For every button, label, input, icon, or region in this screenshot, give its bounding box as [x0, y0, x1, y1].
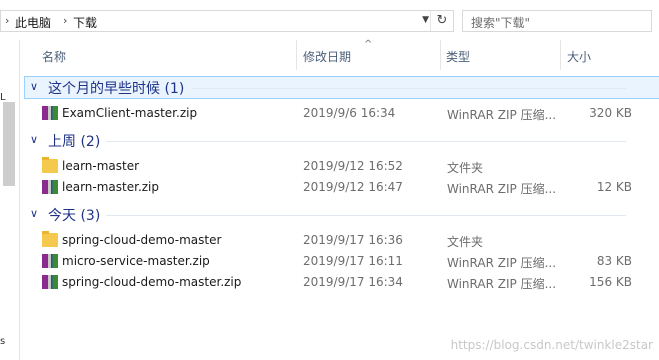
file-date: 2019/9/12 16:47 — [303, 180, 403, 194]
group-divider-line — [106, 141, 626, 142]
breadcrumb-separator: › — [5, 14, 10, 27]
file-row[interactable]: ExamClient-master.zip 2019/9/6 16:34 Win… — [24, 103, 652, 124]
file-name: micro-service-master.zip — [62, 254, 210, 268]
winrar-zip-icon — [42, 180, 58, 194]
column-header: 名称 ^ 修改日期 类型 大小 — [20, 39, 659, 70]
group-title: 上周 (2) — [48, 134, 101, 150]
group-header-today[interactable]: ∨ 今天 (3) — [24, 205, 632, 225]
winrar-zip-icon — [42, 275, 58, 289]
navigation-pane[interactable]: L s — [0, 40, 20, 360]
breadcrumb-this-pc[interactable]: 此电脑 — [15, 14, 51, 31]
group-divider-line — [192, 88, 626, 89]
chevron-down-icon[interactable]: ∨ — [30, 207, 38, 220]
group-title: 这个月的早些时候 (1) — [48, 81, 185, 97]
file-type: WinRAR ZIP 压缩... — [447, 108, 557, 122]
sort-ascending-icon: ^ — [364, 39, 373, 50]
search-input[interactable]: 搜索"下载" — [471, 14, 530, 31]
address-bar-row: › 此电脑 › 下载 ▼ ↻ 搜索"下载" — [0, 0, 659, 40]
file-type: WinRAR ZIP 压缩... — [447, 277, 557, 291]
file-date: 2019/9/6 16:34 — [303, 106, 396, 120]
file-size: 156 KB — [589, 275, 632, 289]
chevron-down-icon[interactable]: ▼ — [422, 15, 429, 25]
winrar-zip-icon — [42, 254, 58, 268]
group-title: 今天 (3) — [48, 208, 101, 224]
address-bar[interactable]: › 此电脑 › 下载 ▼ ↻ — [0, 10, 454, 32]
file-size: 83 KB — [596, 254, 632, 268]
file-name: spring-cloud-demo-master.zip — [62, 275, 242, 289]
group-header-earlier-this-month[interactable]: ∨ 这个月的早些时候 (1) — [24, 78, 632, 98]
column-divider[interactable] — [296, 40, 297, 70]
column-name[interactable]: 名称 — [42, 48, 66, 65]
breadcrumb-downloads[interactable]: 下载 — [73, 14, 97, 31]
column-size[interactable]: 大小 — [567, 48, 591, 65]
file-date: 2019/9/17 16:34 — [303, 275, 403, 289]
folder-row[interactable]: learn-master 2019/9/12 16:52 文件夹 — [24, 156, 652, 177]
nav-item-fragment[interactable]: s — [0, 336, 5, 347]
file-name: learn-master.zip — [62, 180, 160, 194]
file-name: ExamClient-master.zip — [62, 106, 198, 120]
chevron-down-icon[interactable]: ∨ — [30, 80, 38, 93]
file-type: WinRAR ZIP 压缩... — [447, 256, 557, 270]
file-date: 2019/9/17 16:36 — [303, 233, 403, 247]
file-size: 12 KB — [596, 180, 632, 194]
winrar-zip-icon — [42, 106, 58, 120]
refresh-icon[interactable]: ↻ — [430, 11, 453, 31]
folder-icon — [42, 157, 58, 173]
column-date-modified[interactable]: 修改日期 — [303, 48, 351, 65]
column-divider[interactable] — [440, 40, 441, 70]
folder-icon — [42, 231, 58, 247]
file-date: 2019/9/17 16:11 — [303, 254, 403, 268]
file-date: 2019/9/12 16:52 — [303, 159, 403, 173]
folder-row[interactable]: spring-cloud-demo-master 2019/9/17 16:36… — [24, 230, 652, 251]
chevron-down-icon[interactable]: ∨ — [30, 133, 38, 146]
file-row[interactable]: learn-master.zip 2019/9/12 16:47 WinRAR … — [24, 177, 652, 198]
search-box[interactable]: 搜索"下载" — [462, 10, 652, 32]
file-name: learn-master — [62, 159, 140, 173]
file-row[interactable]: micro-service-master.zip 2019/9/17 16:11… — [24, 251, 652, 272]
file-name: spring-cloud-demo-master — [62, 233, 222, 247]
group-header-last-week[interactable]: ∨ 上周 (2) — [24, 131, 632, 151]
watermark-text: https://blog.csdn.net/twinkle2star — [450, 338, 653, 352]
file-type: 文件夹 — [447, 235, 484, 249]
file-type: WinRAR ZIP 压缩... — [447, 182, 557, 196]
file-size: 320 KB — [589, 106, 632, 120]
breadcrumb-separator: › — [63, 14, 68, 27]
nav-scrollbar-thumb[interactable] — [3, 102, 15, 186]
column-divider[interactable] — [560, 40, 561, 70]
group-divider-line — [106, 215, 626, 216]
column-type[interactable]: 类型 — [446, 48, 470, 65]
file-type: 文件夹 — [447, 161, 484, 175]
file-row[interactable]: spring-cloud-demo-master.zip 2019/9/17 1… — [24, 272, 652, 293]
